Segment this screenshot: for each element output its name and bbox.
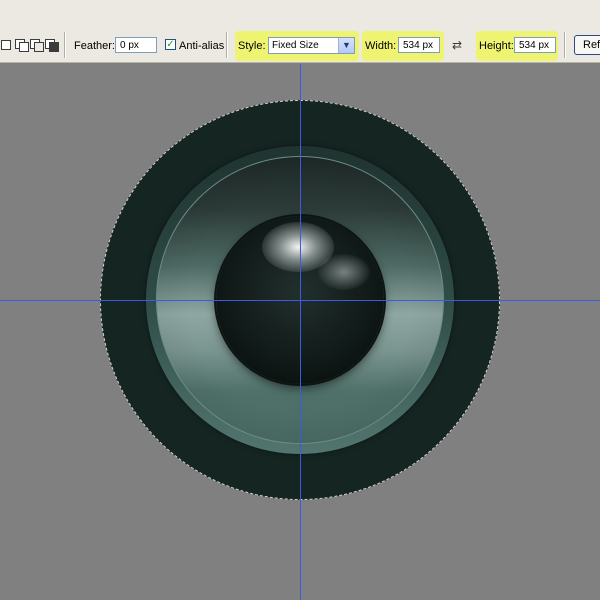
chevron-down-icon[interactable]: ▼ — [338, 38, 354, 53]
feather-field[interactable]: 0 px — [115, 37, 157, 53]
width-field[interactable]: 534 px — [398, 37, 440, 53]
style-label: Style: — [238, 40, 266, 52]
toolbar-separator — [564, 32, 566, 58]
width-label: Width: — [365, 40, 397, 52]
refine-edge-button[interactable]: Refine Edge... — [574, 35, 600, 55]
anti-alias-label: Anti-alias — [179, 40, 225, 52]
intersect-selection-icon[interactable] — [45, 38, 59, 52]
selection-mode-group — [0, 38, 59, 52]
toolbar-separator — [64, 32, 66, 58]
anti-alias-checkbox[interactable]: ✓ — [165, 39, 176, 50]
new-selection-icon[interactable] — [0, 38, 13, 51]
style-select[interactable]: Fixed Size ▼ — [268, 37, 355, 54]
dome-secondary-highlight — [318, 254, 370, 290]
height-field[interactable]: 534 px — [514, 37, 556, 53]
horizontal-guide[interactable] — [0, 300, 600, 301]
toolbar-separator — [226, 32, 228, 58]
subtract-from-selection-icon[interactable] — [30, 38, 44, 52]
height-label: Height: — [479, 40, 514, 52]
feather-label: Feather: — [74, 40, 115, 52]
options-bar: Feather: 0 px ✓ Anti-alias Style: Fixed … — [0, 0, 600, 63]
swap-dimensions-icon[interactable]: ⇄ — [452, 38, 462, 52]
style-select-value: Fixed Size — [272, 40, 319, 51]
add-to-selection-icon[interactable] — [15, 38, 29, 52]
vertical-guide[interactable] — [300, 64, 301, 600]
